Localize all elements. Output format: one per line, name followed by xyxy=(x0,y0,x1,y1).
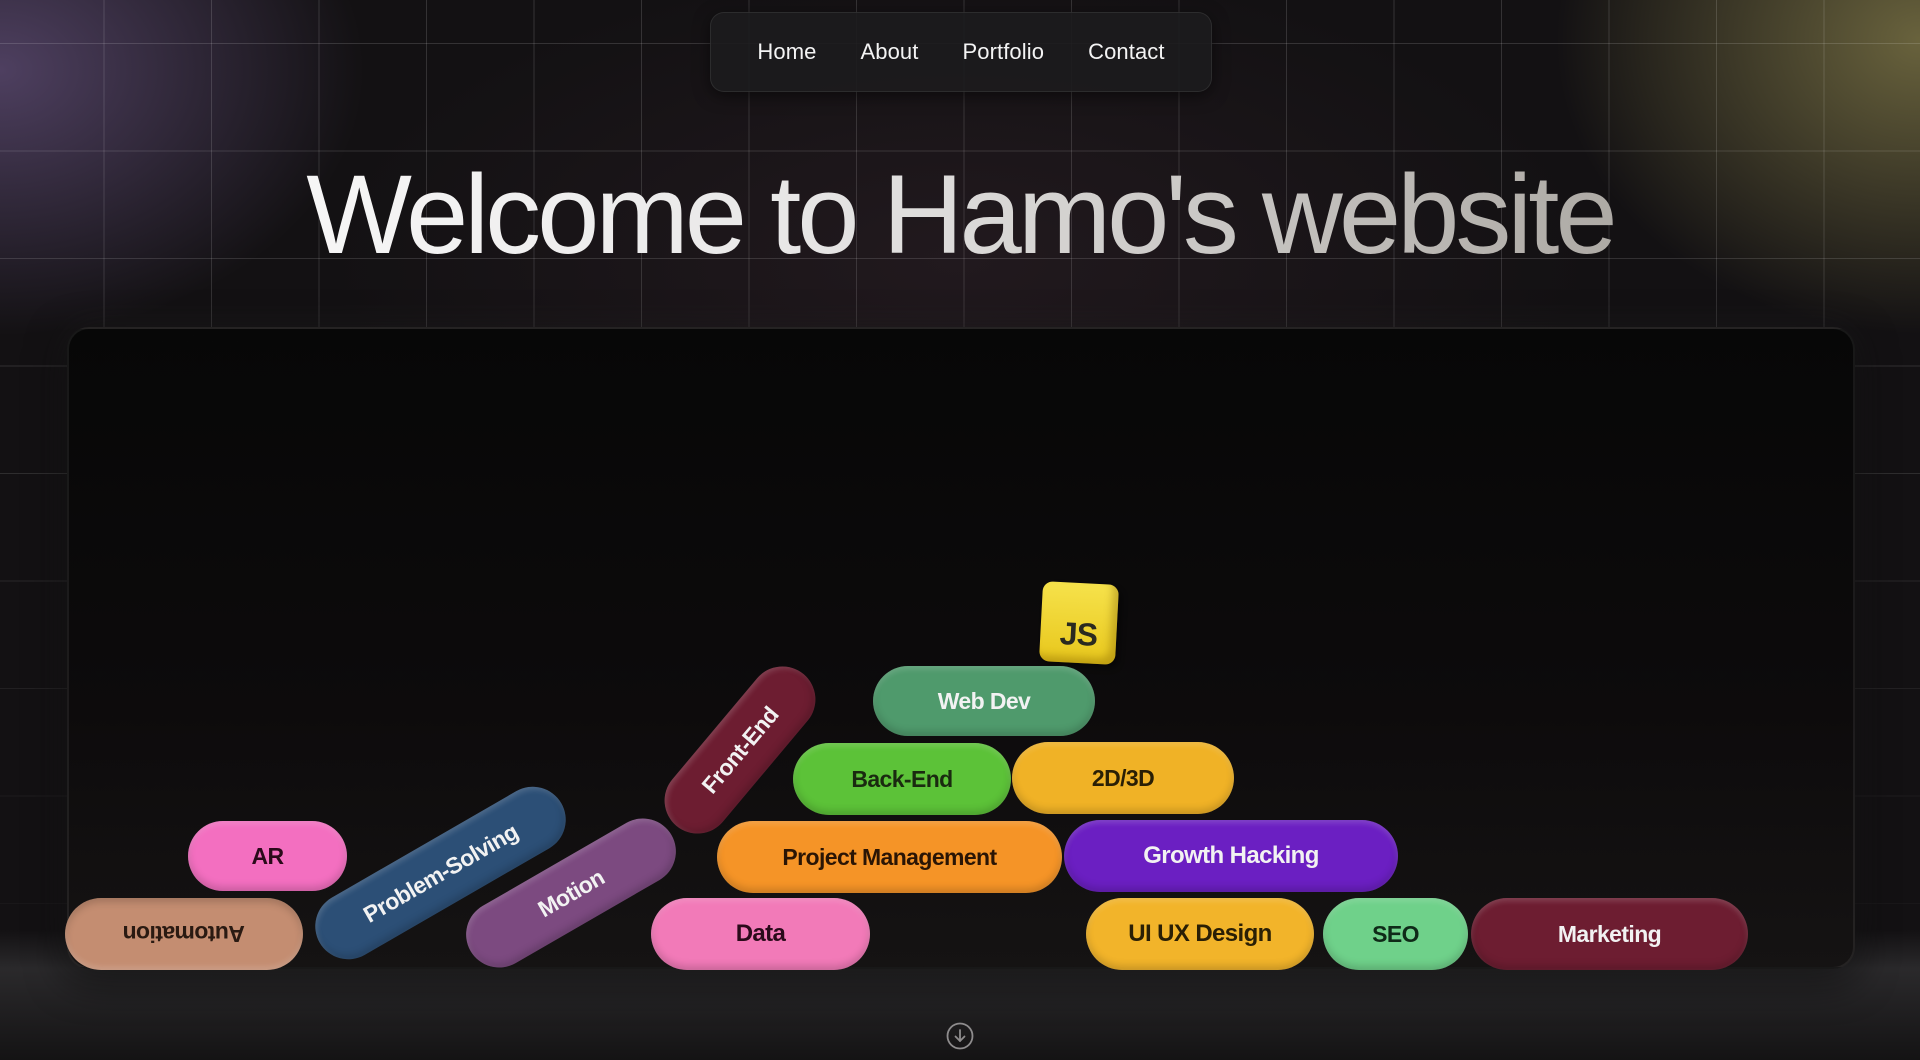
nav-home[interactable]: Home xyxy=(757,39,816,65)
hero-title: Welcome to Hamo's website xyxy=(0,150,1920,280)
skill-ui-ux-design[interactable]: UI UX Design xyxy=(1086,898,1314,970)
nav-contact[interactable]: Contact xyxy=(1088,39,1165,65)
arrow-down-circle-icon[interactable] xyxy=(946,1022,974,1050)
page: Home About Portfolio Contact Welcome to … xyxy=(0,0,1920,1060)
skill-data[interactable]: Data xyxy=(651,898,870,970)
skill-growth-hacking[interactable]: Growth Hacking xyxy=(1064,820,1398,892)
js-logo-block[interactable]: JS xyxy=(1038,581,1120,665)
skill-project-management[interactable]: Project Management xyxy=(717,821,1062,893)
skill-2d-3d[interactable]: 2D/3D xyxy=(1012,742,1234,814)
skill-web-dev[interactable]: Web Dev xyxy=(873,666,1095,736)
skill-automation[interactable]: Automation xyxy=(65,898,303,970)
skill-ar[interactable]: AR xyxy=(188,821,347,891)
nav-portfolio[interactable]: Portfolio xyxy=(962,39,1044,65)
nav-about[interactable]: About xyxy=(860,39,918,65)
skill-back-end[interactable]: Back-End xyxy=(793,743,1011,815)
top-nav: Home About Portfolio Contact xyxy=(710,12,1212,92)
skill-seo[interactable]: SEO xyxy=(1323,898,1468,970)
skill-marketing[interactable]: Marketing xyxy=(1471,898,1748,970)
